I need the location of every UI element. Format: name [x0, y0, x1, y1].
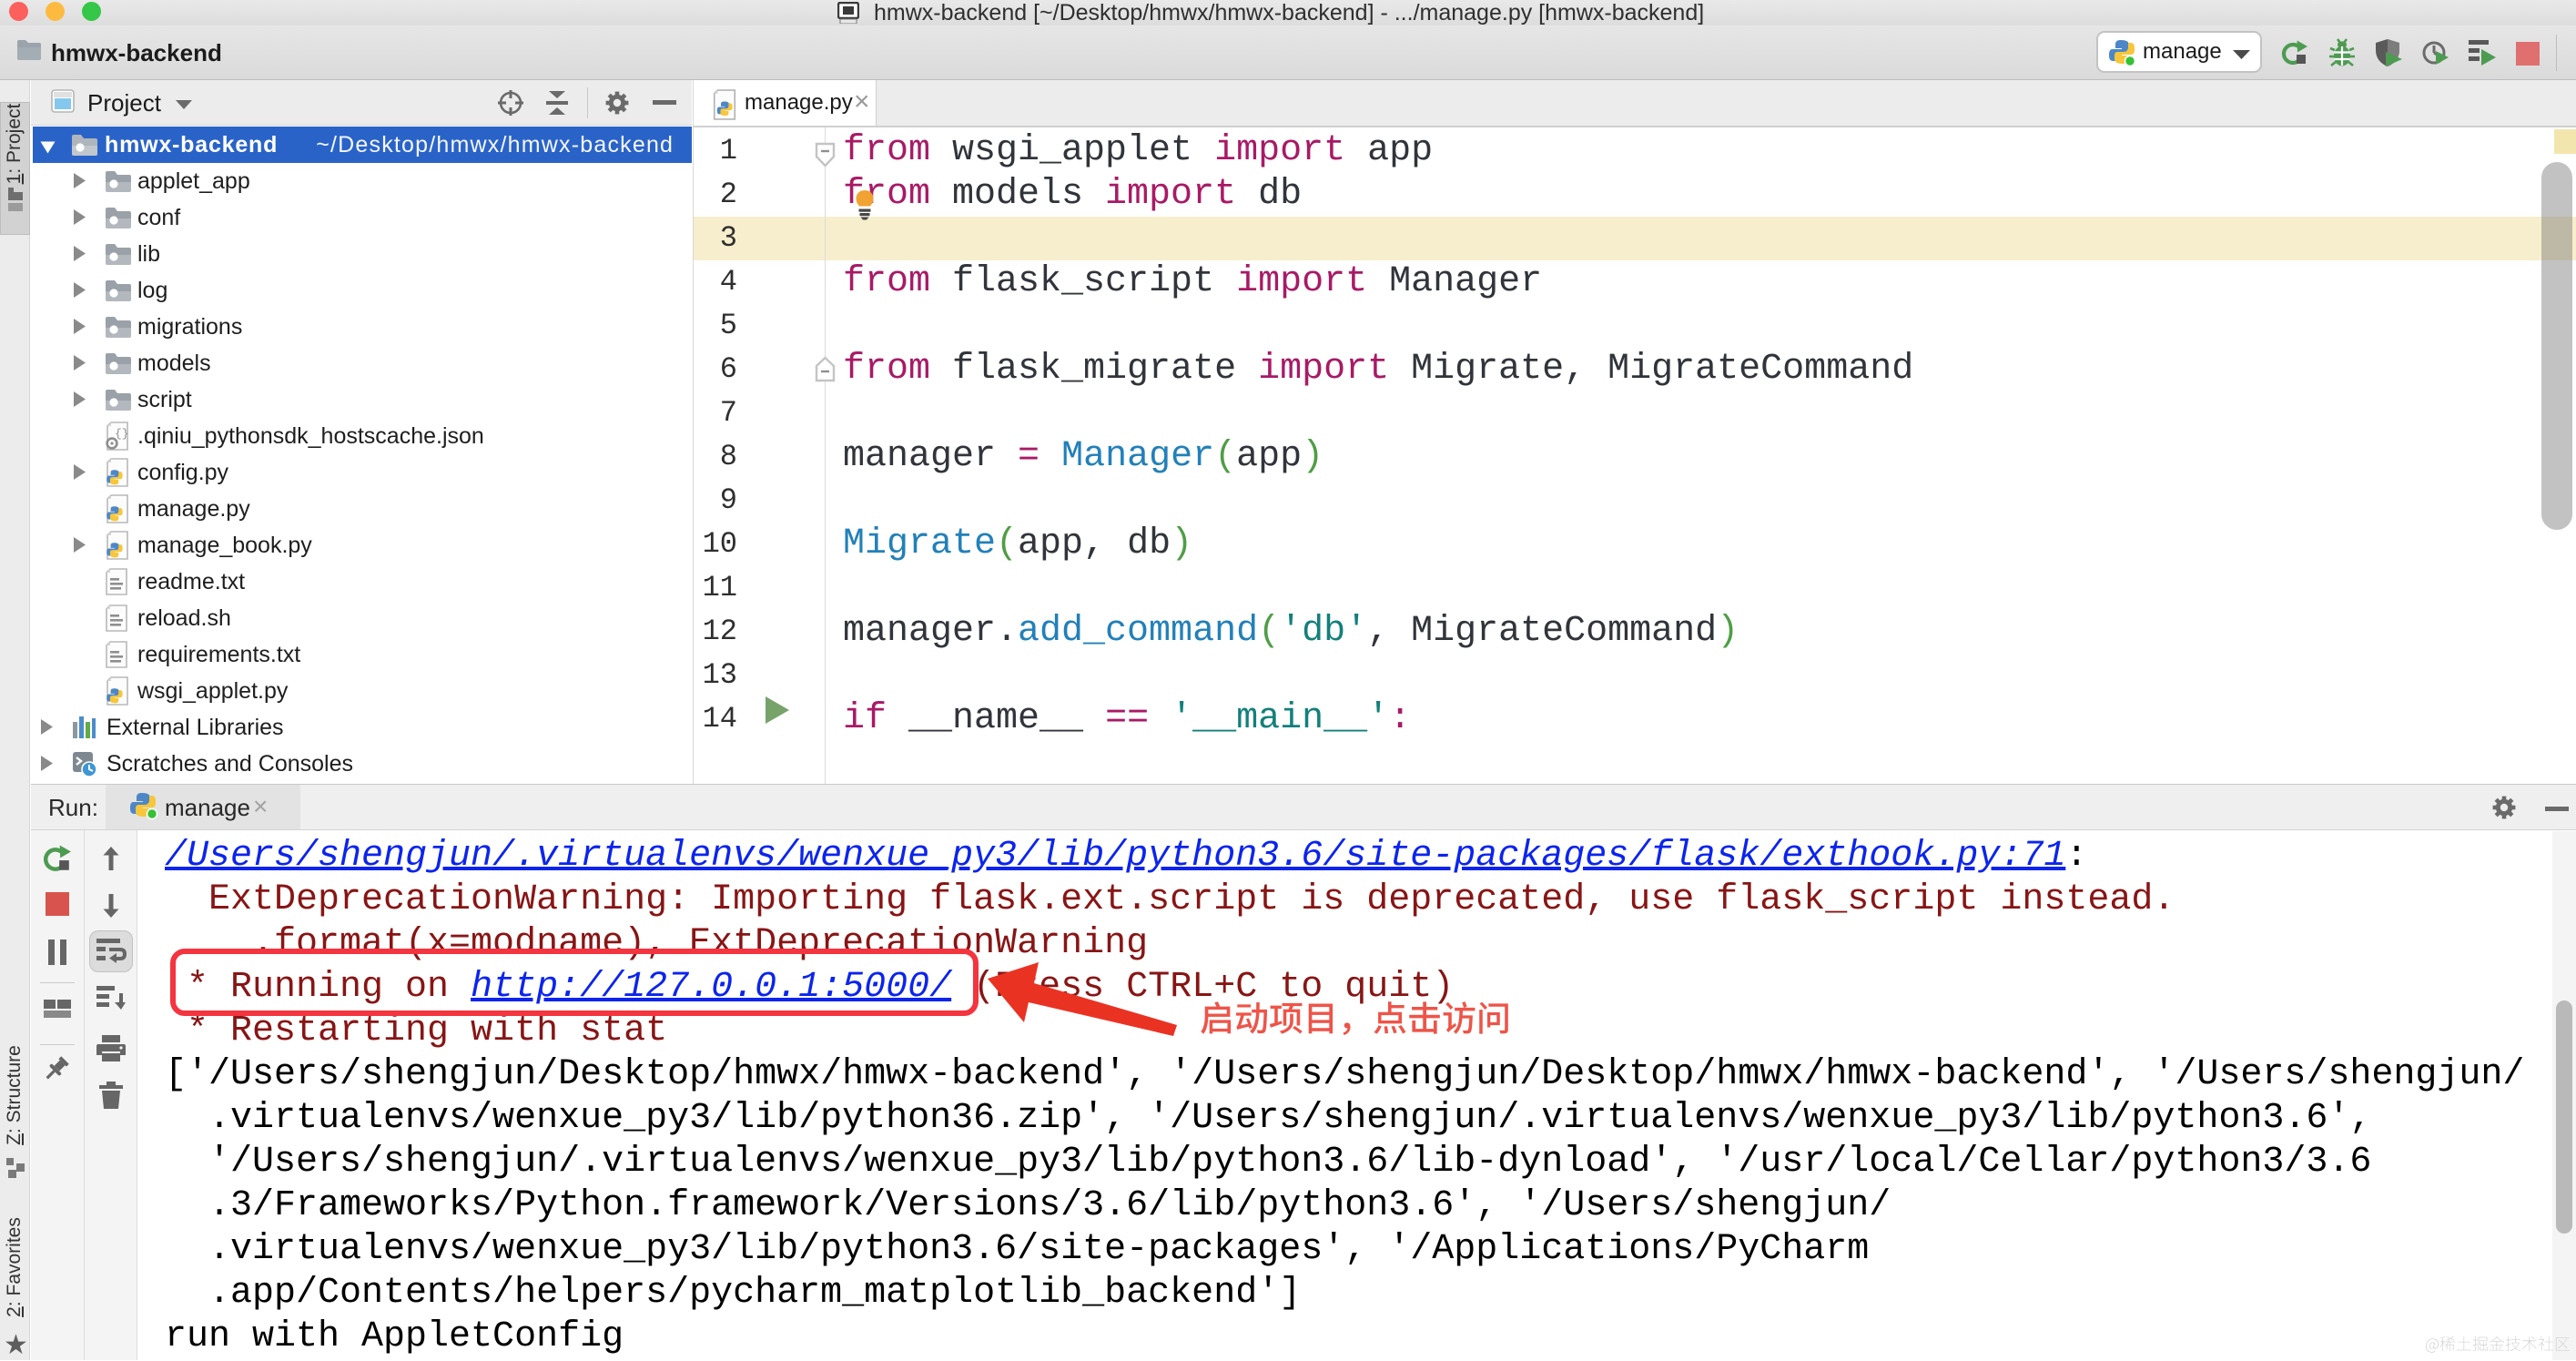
- svg-text:{}: {}: [115, 427, 129, 441]
